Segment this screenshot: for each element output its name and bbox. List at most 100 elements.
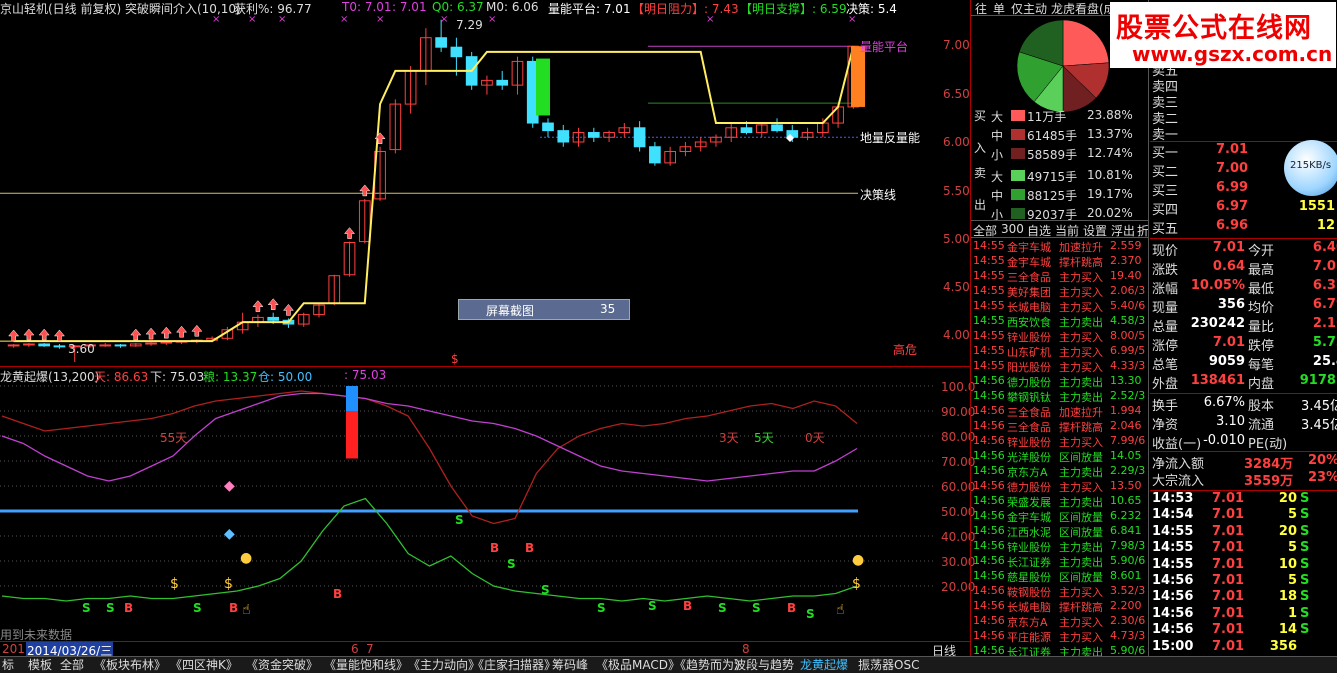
radar-value: 6.99/5 [1110,344,1146,357]
list-tab-all[interactable]: 全部 [973,222,997,239]
buy-level-label: 买三 [1152,184,1179,199]
radar-row[interactable]: 14:56 长江证券 主力卖出 5.90/6 [971,553,1149,569]
hand-icon: ☝ [242,602,251,618]
indicator-tab[interactable]: 龙黄起爆 [800,658,848,672]
radar-value: 6.232 [1110,509,1142,522]
radar-row[interactable]: 14:56 攀钢钒钛 主力卖出 2.52/3 [971,388,1149,404]
radar-row[interactable]: 14:56 京东方A 主力买入 2.30/6 [971,613,1149,629]
radar-row[interactable]: 14:56 金宇车城 区间放量 6.232 [971,508,1149,524]
indicator-tab[interactable]: 《主力动向》 [408,658,480,672]
candle-body [450,46,463,58]
tick-row[interactable]: 14:53 7.01 20 S [1150,491,1337,507]
radar-row[interactable]: 14:56 三全食品 加速拉升 1.994 [971,403,1149,419]
platform-label: 量能平台 [860,40,909,54]
radar-value: 14.05 [1110,449,1142,462]
up-arrow-marker [267,298,279,310]
tick-row[interactable]: 14:56 7.01 18 S [1150,589,1337,605]
chart-divider [0,366,970,367]
radar-row[interactable]: 14:56 长江证券 主力卖出 5.90/6 [971,643,1149,656]
indicator-tab[interactable]: 模板 [28,658,52,672]
decision-value: 决策: 5.4 [846,2,897,16]
indicator-tab[interactable]: 标 [2,658,14,672]
stat2-key2: 流通 [1248,418,1275,433]
tick-row[interactable]: 14:56 7.01 14 S [1150,622,1337,638]
radar-row[interactable]: 14:55 西安饮食 主力卖出 4.58/3 [971,313,1149,329]
radar-row[interactable]: 14:56 三全食品 撑杆跳高 2.046 [971,418,1149,434]
days55-label: 55天 [160,431,188,445]
candle-body [145,342,157,345]
tab-active-only[interactable]: 仅主动 [1011,0,1047,17]
indicator-tab[interactable]: 振荡器OSC [858,658,919,672]
tab-wang[interactable]: 往 [975,0,987,17]
radar-row[interactable]: 14:55 三全食品 主力买入 19.40 [971,268,1149,284]
candle-body [114,344,127,347]
radar-row[interactable]: 14:56 慈星股份 区间放量 8.601 [971,568,1149,584]
tick-row[interactable]: 14:54 7.01 5 S [1150,507,1337,523]
radar-row[interactable]: 14:55 阳光股份 主力买入 4.33/3 [971,358,1149,374]
tick-volume: 20 [1278,491,1297,506]
radar-row[interactable]: 14:55 金宇车城 加速拉升 2.559 [971,238,1149,254]
tick-price: 7.01 [1212,507,1245,523]
list-tab-self[interactable]: 自选 [1027,222,1051,239]
radar-row[interactable]: 14:56 江西水泥 区间放量 6.841 [971,523,1149,539]
tick-volume: 18 [1278,589,1297,605]
radar-row[interactable]: 14:55 美好集团 主力买入 2.06/3 [971,283,1149,299]
radar-row[interactable]: 14:56 荣盛发展 主力卖出 10.65 [971,493,1149,509]
stat-key: 现量 [1152,301,1179,316]
stat2-row: 收益(一)-0.010PE(动)- [1150,433,1337,452]
indicator-tab[interactable]: 《庄家扫描器》 [472,658,556,672]
radar-row[interactable]: 14:56 德力股份 主力买入 13.50 [971,478,1149,494]
radar-value: 8.00/5 [1110,329,1146,342]
stat-value: 0.64 [1212,259,1245,274]
indicator-tab[interactable]: 《资金突破》 [246,658,318,672]
radar-row[interactable]: 14:56 长城电脑 撑杆跳高 2.200 [971,598,1149,614]
radar-row[interactable]: 14:56 鞍钢股份 主力买入 3.52/3 [971,583,1149,599]
list-tab-300[interactable]: 300 [1001,222,1024,236]
indicator-tab[interactable]: 全部 [60,658,84,672]
tick-row[interactable]: 14:56 7.01 1 S [1150,606,1337,622]
list-tab-settings[interactable]: 设置 [1083,222,1107,239]
sell-signal-marker: S [541,583,550,597]
tab-dan[interactable]: 单 [993,0,1005,17]
resistance-value: 【明日阻力】: 7.43 [632,2,739,16]
tick-row[interactable]: 15:00 7.01 356 [1150,639,1337,655]
indicator-tab[interactable]: 筹码峰 [552,658,588,672]
up-arrow-marker [252,300,264,312]
radar-row[interactable]: 14:56 平庄能源 主力买入 4.73/3 [971,628,1149,644]
list-tab-float[interactable]: 浮出 [1111,222,1135,239]
radar-row[interactable]: 14:55 金宇车城 撑杆跳高 2.370 [971,253,1149,269]
radar-row[interactable]: 14:55 山东矿机 主力买入 6.99/5 [971,343,1149,359]
list-tab-current[interactable]: 当前 [1055,222,1079,239]
stat-row: 总量 230242量比 2.16 [1150,316,1337,335]
radar-row[interactable]: 14:56 锌业股份 主力卖出 7.98/3 [971,538,1149,554]
sub-chart-panel[interactable]: S S B S B B S B S B S S S B S S B S ◆ ◆ ● $ $ ☝ ● $ ☝ [0,382,935,640]
flow-percent: 12.74% [1087,146,1133,160]
radar-time: 14:55 [973,344,1005,357]
radar-row[interactable]: 14:56 光洋股份 区间放量 14.05 [971,448,1149,464]
flow-swatch [1011,170,1025,181]
cross-marker: × [440,14,448,25]
candle-body [160,341,173,344]
indicator-tab[interactable]: 《板块布林》 [94,658,166,672]
radar-row[interactable]: 14:56 京东方A 主力卖出 2.29/3 [971,463,1149,479]
indicator-tab[interactable]: 《四区神K》 [170,658,238,672]
profit-label: 获利%: 96.77 [234,2,312,16]
tick-row[interactable]: 14:55 7.01 20 S [1150,524,1337,540]
tick-row[interactable]: 14:55 7.01 5 S [1150,540,1337,556]
coins-icon: ● [240,550,252,566]
radar-value: 8.601 [1110,569,1142,582]
tick-row[interactable]: 14:56 7.01 5 S [1150,573,1337,589]
tick-row[interactable]: 14:55 7.01 10 S [1150,557,1337,573]
radar-row[interactable]: 14:56 锌业股份 主力买入 7.99/6 [971,433,1149,449]
screenshot-box[interactable]: 屏幕截图 35 [458,299,630,320]
radar-row[interactable]: 14:55 长城电脑 主力买入 5.40/6 [971,298,1149,314]
indicator-tab[interactable]: 《量能饱和线》 [324,658,408,672]
radar-list[interactable]: 14:55 金宇车城 加速拉升 2.559 14:55 金宇车城 撑杆跳高 2.370 14:5… [971,238,1149,656]
radar-time: 14:56 [973,584,1005,597]
radar-row[interactable]: 14:55 锌业股份 主力买入 8.00/5 [971,328,1149,344]
oscillator-chart[interactable]: S S B S BBSBSBSS S B S S B S◆◆●$ $☝●$☝ [0,382,935,640]
indicator-tab[interactable]: 波段与趋势 [734,658,794,672]
buy-level-row: 买五 6.96 12 [1150,218,1337,237]
indicator-tab[interactable]: 《极品MACD》 [596,658,680,672]
radar-row[interactable]: 14:56 德力股份 主力卖出 13.30 [971,373,1149,389]
